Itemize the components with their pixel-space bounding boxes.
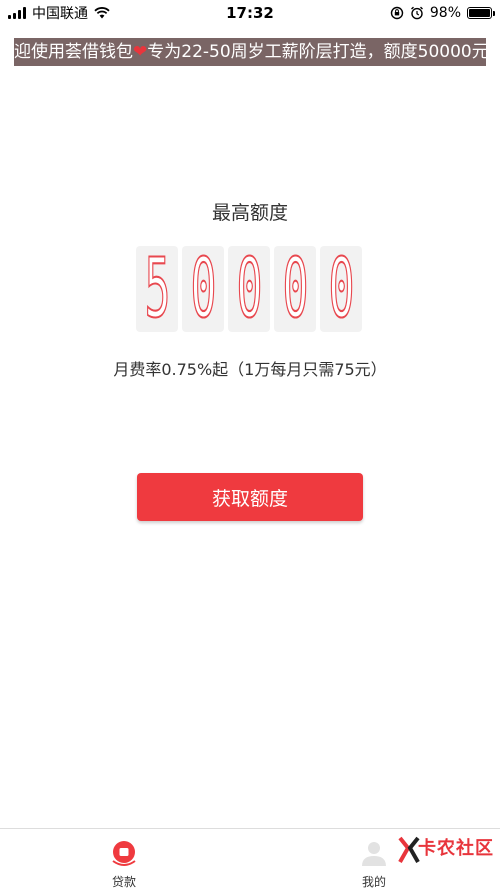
watermark-logo-icon	[398, 836, 420, 863]
loan-icon	[112, 841, 136, 866]
limit-digits: 5 0 0 0 0	[136, 246, 362, 332]
heart-icon: ❤	[133, 42, 148, 62]
rate-description: 月费率0.75%起（1万每月只需75元）	[113, 360, 387, 379]
limit-title: 最高额度	[211, 202, 288, 224]
announcement-marquee[interactable]: 迎使用荟借钱包❤专为22-50周岁工薪阶层打造，额度50000元以內	[14, 38, 486, 66]
watermark: 卡农社区	[398, 826, 498, 870]
tab-loan-label: 贷款	[111, 875, 136, 888]
app-screen: 中国联通 17:32 98% 迎使用荟借钱包❤专为22-50周岁工薪阶层打造，额…	[0, 0, 500, 888]
user-icon	[362, 842, 386, 866]
digit-box: 0	[274, 246, 316, 332]
status-bar: 中国联通 17:32 98%	[0, 0, 500, 26]
watermark-text: 卡农社区	[418, 838, 494, 859]
battery-fill	[469, 9, 490, 17]
orientation-lock-icon	[390, 6, 404, 20]
digit: 0	[282, 241, 309, 337]
digit: 0	[190, 241, 217, 337]
digit-box: 0	[228, 246, 270, 332]
digit-box: 0	[320, 246, 362, 332]
battery-icon	[467, 7, 495, 19]
status-bar-right: 98%	[390, 4, 495, 22]
tab-loan[interactable]: 贷款	[64, 829, 184, 888]
marquee-text-start: 迎使用荟借钱包	[14, 42, 133, 62]
digit-box: 5	[136, 246, 178, 332]
battery-percent: 98%	[429, 5, 461, 21]
digit: 0	[328, 241, 355, 337]
tab-mine-label: 我的	[361, 875, 386, 888]
marquee-text-end: 专为22-50周岁工薪阶层打造，额度50000元以內	[147, 42, 486, 62]
digit-box: 0	[182, 246, 224, 332]
get-limit-button[interactable]: 获取额度	[137, 473, 363, 521]
digit: 5	[144, 241, 171, 337]
digit: 0	[236, 241, 263, 337]
alarm-icon	[410, 6, 423, 20]
